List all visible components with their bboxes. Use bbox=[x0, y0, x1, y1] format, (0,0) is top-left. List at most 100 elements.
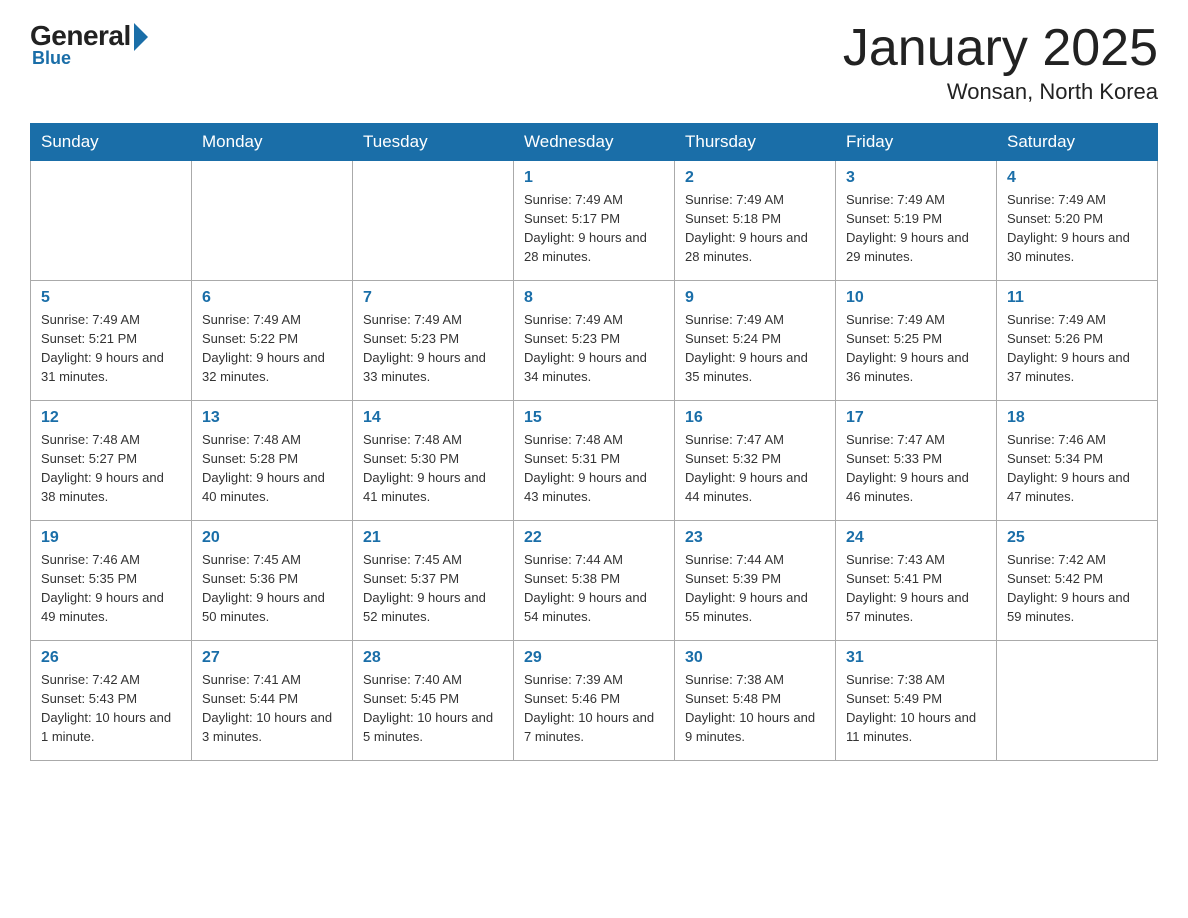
day-info: Sunrise: 7:47 AM Sunset: 5:32 PM Dayligh… bbox=[685, 431, 825, 506]
page-header: General Blue January 2025 Wonsan, North … bbox=[30, 20, 1158, 105]
day-info: Sunrise: 7:45 AM Sunset: 5:37 PM Dayligh… bbox=[363, 551, 503, 626]
calendar-week-4: 19Sunrise: 7:46 AM Sunset: 5:35 PM Dayli… bbox=[31, 521, 1158, 641]
day-number: 17 bbox=[846, 409, 986, 427]
calendar-cell: 24 Sunrise: 7:43 AM Sunset: 5:41 PM Dayli… bbox=[836, 521, 997, 641]
calendar-cell: 15 Sunrise: 7:48 AM Sunset: 5:31 PM Dayli… bbox=[514, 401, 675, 521]
calendar-cell: 13Sunrise: 7:48 AM Sunset: 5:28 PM Dayli… bbox=[192, 401, 353, 521]
day-info: Sunrise: 7:38 AM Sunset: 5:48 PM Dayligh… bbox=[685, 671, 825, 746]
calendar-cell: 26 Sunrise: 7:42 AM Sunset: 5:43 PM Dayli… bbox=[31, 641, 192, 761]
day-number: 2 bbox=[685, 169, 825, 187]
calendar-cell: 30Sunrise: 7:38 AM Sunset: 5:48 PM Dayli… bbox=[675, 641, 836, 761]
logo: General Blue bbox=[30, 20, 150, 69]
day-number: 12 bbox=[41, 409, 181, 427]
day-number: 3 bbox=[846, 169, 986, 187]
day-info: Sunrise: 7:39 AM Sunset: 5:46 PM Dayligh… bbox=[524, 671, 664, 746]
day-info: Sunrise: 7:49 AM Sunset: 5:23 PM Dayligh… bbox=[363, 311, 503, 386]
day-info: Sunrise: 7:42 AM Sunset: 5:43 PM Dayligh… bbox=[41, 671, 181, 746]
calendar-cell bbox=[192, 161, 353, 281]
day-info: Sunrise: 7:49 AM Sunset: 5:22 PM Dayligh… bbox=[202, 311, 342, 386]
day-info: Sunrise: 7:44 AM Sunset: 5:38 PM Dayligh… bbox=[524, 551, 664, 626]
calendar-header-monday: Monday bbox=[192, 124, 353, 161]
calendar-cell: 3Sunrise: 7:49 AM Sunset: 5:19 PM Daylig… bbox=[836, 161, 997, 281]
calendar-week-3: 12Sunrise: 7:48 AM Sunset: 5:27 PM Dayli… bbox=[31, 401, 1158, 521]
day-number: 25 bbox=[1007, 529, 1147, 547]
calendar-cell: 28Sunrise: 7:40 AM Sunset: 5:45 PM Dayli… bbox=[353, 641, 514, 761]
day-number: 8 bbox=[524, 289, 664, 307]
calendar-cell: 9 Sunrise: 7:49 AM Sunset: 5:24 PM Daylig… bbox=[675, 281, 836, 401]
day-info: Sunrise: 7:49 AM Sunset: 5:18 PM Dayligh… bbox=[685, 191, 825, 266]
calendar-header-friday: Friday bbox=[836, 124, 997, 161]
calendar-week-2: 5Sunrise: 7:49 AM Sunset: 5:21 PM Daylig… bbox=[31, 281, 1158, 401]
day-info: Sunrise: 7:41 AM Sunset: 5:44 PM Dayligh… bbox=[202, 671, 342, 746]
day-info: Sunrise: 7:49 AM Sunset: 5:17 PM Dayligh… bbox=[524, 191, 664, 266]
calendar-header: SundayMondayTuesdayWednesdayThursdayFrid… bbox=[31, 124, 1158, 161]
day-number: 26 bbox=[41, 649, 181, 667]
calendar-cell: 31 Sunrise: 7:38 AM Sunset: 5:49 PM Dayli… bbox=[836, 641, 997, 761]
day-info: Sunrise: 7:49 AM Sunset: 5:24 PM Dayligh… bbox=[685, 311, 825, 386]
location: Wonsan, North Korea bbox=[843, 79, 1158, 105]
calendar-cell: 22 Sunrise: 7:44 AM Sunset: 5:38 PM Dayli… bbox=[514, 521, 675, 641]
calendar-cell: 29 Sunrise: 7:39 AM Sunset: 5:46 PM Dayli… bbox=[514, 641, 675, 761]
calendar-week-1: 1Sunrise: 7:49 AM Sunset: 5:17 PM Daylig… bbox=[31, 161, 1158, 281]
day-info: Sunrise: 7:42 AM Sunset: 5:42 PM Dayligh… bbox=[1007, 551, 1147, 626]
day-info: Sunrise: 7:46 AM Sunset: 5:34 PM Dayligh… bbox=[1007, 431, 1147, 506]
calendar-cell: 17 Sunrise: 7:47 AM Sunset: 5:33 PM Dayli… bbox=[836, 401, 997, 521]
calendar-cell bbox=[353, 161, 514, 281]
calendar-cell: 20 Sunrise: 7:45 AM Sunset: 5:36 PM Dayli… bbox=[192, 521, 353, 641]
calendar-cell: 1Sunrise: 7:49 AM Sunset: 5:17 PM Daylig… bbox=[514, 161, 675, 281]
title-block: January 2025 Wonsan, North Korea bbox=[843, 20, 1158, 105]
day-number: 14 bbox=[363, 409, 503, 427]
day-info: Sunrise: 7:45 AM Sunset: 5:36 PM Dayligh… bbox=[202, 551, 342, 626]
calendar-header-wednesday: Wednesday bbox=[514, 124, 675, 161]
day-number: 11 bbox=[1007, 289, 1147, 307]
day-number: 6 bbox=[202, 289, 342, 307]
calendar-cell bbox=[31, 161, 192, 281]
day-number: 24 bbox=[846, 529, 986, 547]
day-info: Sunrise: 7:44 AM Sunset: 5:39 PM Dayligh… bbox=[685, 551, 825, 626]
day-info: Sunrise: 7:48 AM Sunset: 5:30 PM Dayligh… bbox=[363, 431, 503, 506]
day-number: 21 bbox=[363, 529, 503, 547]
calendar-cell: 4 Sunrise: 7:49 AM Sunset: 5:20 PM Daylig… bbox=[997, 161, 1158, 281]
calendar-cell: 5Sunrise: 7:49 AM Sunset: 5:21 PM Daylig… bbox=[31, 281, 192, 401]
day-number: 31 bbox=[846, 649, 986, 667]
calendar-cell: 18 Sunrise: 7:46 AM Sunset: 5:34 PM Dayli… bbox=[997, 401, 1158, 521]
calendar-header-saturday: Saturday bbox=[997, 124, 1158, 161]
day-info: Sunrise: 7:48 AM Sunset: 5:28 PM Dayligh… bbox=[202, 431, 342, 506]
day-number: 23 bbox=[685, 529, 825, 547]
day-number: 19 bbox=[41, 529, 181, 547]
calendar-cell: 11 Sunrise: 7:49 AM Sunset: 5:26 PM Dayli… bbox=[997, 281, 1158, 401]
day-number: 18 bbox=[1007, 409, 1147, 427]
logo-arrow-icon bbox=[134, 23, 148, 51]
day-info: Sunrise: 7:49 AM Sunset: 5:26 PM Dayligh… bbox=[1007, 311, 1147, 386]
day-number: 9 bbox=[685, 289, 825, 307]
day-info: Sunrise: 7:49 AM Sunset: 5:20 PM Dayligh… bbox=[1007, 191, 1147, 266]
day-number: 4 bbox=[1007, 169, 1147, 187]
calendar-cell: 8 Sunrise: 7:49 AM Sunset: 5:23 PM Daylig… bbox=[514, 281, 675, 401]
day-number: 10 bbox=[846, 289, 986, 307]
calendar-table: SundayMondayTuesdayWednesdayThursdayFrid… bbox=[30, 123, 1158, 761]
day-number: 22 bbox=[524, 529, 664, 547]
calendar-cell: 16Sunrise: 7:47 AM Sunset: 5:32 PM Dayli… bbox=[675, 401, 836, 521]
day-info: Sunrise: 7:48 AM Sunset: 5:31 PM Dayligh… bbox=[524, 431, 664, 506]
calendar-cell: 12Sunrise: 7:48 AM Sunset: 5:27 PM Dayli… bbox=[31, 401, 192, 521]
month-title: January 2025 bbox=[843, 20, 1158, 77]
day-info: Sunrise: 7:38 AM Sunset: 5:49 PM Dayligh… bbox=[846, 671, 986, 746]
day-number: 27 bbox=[202, 649, 342, 667]
calendar-cell: 23 Sunrise: 7:44 AM Sunset: 5:39 PM Dayli… bbox=[675, 521, 836, 641]
calendar-cell: 25 Sunrise: 7:42 AM Sunset: 5:42 PM Dayli… bbox=[997, 521, 1158, 641]
logo-subtitle: Blue bbox=[32, 48, 71, 69]
day-info: Sunrise: 7:43 AM Sunset: 5:41 PM Dayligh… bbox=[846, 551, 986, 626]
calendar-cell: 7Sunrise: 7:49 AM Sunset: 5:23 PM Daylig… bbox=[353, 281, 514, 401]
calendar-header-tuesday: Tuesday bbox=[353, 124, 514, 161]
day-number: 20 bbox=[202, 529, 342, 547]
day-info: Sunrise: 7:49 AM Sunset: 5:23 PM Dayligh… bbox=[524, 311, 664, 386]
day-number: 15 bbox=[524, 409, 664, 427]
calendar-header-thursday: Thursday bbox=[675, 124, 836, 161]
calendar-cell: 19Sunrise: 7:46 AM Sunset: 5:35 PM Dayli… bbox=[31, 521, 192, 641]
calendar-cell: 14 Sunrise: 7:48 AM Sunset: 5:30 PM Dayli… bbox=[353, 401, 514, 521]
day-info: Sunrise: 7:47 AM Sunset: 5:33 PM Dayligh… bbox=[846, 431, 986, 506]
day-number: 28 bbox=[363, 649, 503, 667]
calendar-cell: 27 Sunrise: 7:41 AM Sunset: 5:44 PM Dayli… bbox=[192, 641, 353, 761]
calendar-header-sunday: Sunday bbox=[31, 124, 192, 161]
day-number: 29 bbox=[524, 649, 664, 667]
